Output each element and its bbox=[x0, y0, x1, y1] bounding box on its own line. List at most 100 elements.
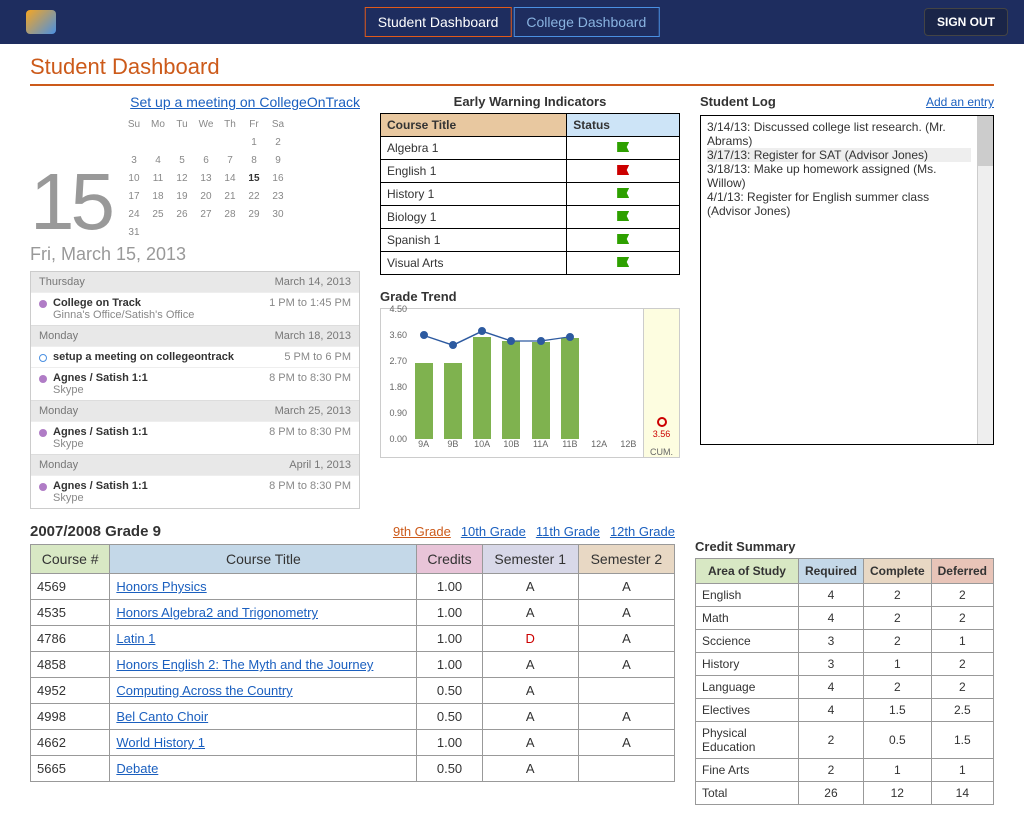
credit-row: History312 bbox=[696, 653, 994, 676]
credit-row: Physical Education20.51.5 bbox=[696, 722, 994, 759]
mini-calendar[interactable]: SuMoTuWeThFrSa12345678910111213141516171… bbox=[121, 114, 291, 242]
credit-row: Fine Arts211 bbox=[696, 759, 994, 782]
courses-year: 2007/2008 Grade 9 bbox=[30, 523, 161, 540]
cal-day[interactable] bbox=[147, 134, 169, 150]
topbar: Student Dashboard College Dashboard SIGN… bbox=[0, 0, 1024, 44]
cal-day[interactable]: 23 bbox=[267, 188, 289, 204]
cal-day[interactable]: 15 bbox=[243, 170, 265, 186]
agenda-item[interactable]: Agnes / Satish 1:1Skype8 PM to 8:30 PM bbox=[31, 421, 359, 454]
cal-day[interactable]: 18 bbox=[147, 188, 169, 204]
agenda-day-header: MondayMarch 25, 2013 bbox=[31, 400, 359, 421]
cal-day[interactable]: 14 bbox=[219, 170, 241, 186]
cal-day[interactable]: 11 bbox=[147, 170, 169, 186]
cal-day[interactable] bbox=[195, 224, 217, 240]
cal-day[interactable] bbox=[171, 134, 193, 150]
flag-icon bbox=[617, 188, 629, 198]
agenda-item[interactable]: setup a meeting on collegeontrack5 PM to… bbox=[31, 346, 359, 367]
course-row: 4998Bel Canto Choir0.50AA bbox=[31, 704, 675, 730]
course-link[interactable]: Honors Algebra2 and Trigonometry bbox=[116, 605, 318, 620]
credit-row: English422 bbox=[696, 584, 994, 607]
cal-day[interactable]: 3 bbox=[123, 152, 145, 168]
cal-day[interactable]: 7 bbox=[219, 152, 241, 168]
cal-day[interactable] bbox=[219, 224, 241, 240]
log-scrollbar[interactable] bbox=[977, 116, 993, 444]
cal-day[interactable]: 27 bbox=[195, 206, 217, 222]
ewi-row: Algebra 1 bbox=[381, 137, 680, 160]
cal-day[interactable]: 25 bbox=[147, 206, 169, 222]
cal-day[interactable]: 24 bbox=[123, 206, 145, 222]
agenda-item[interactable]: Agnes / Satish 1:1Skype8 PM to 8:30 PM bbox=[31, 475, 359, 508]
cal-day[interactable]: 12 bbox=[171, 170, 193, 186]
grade-link[interactable]: 9th Grade bbox=[393, 524, 451, 539]
course-link[interactable]: Honors English 2: The Myth and the Journ… bbox=[116, 657, 373, 672]
cum-value: 3.56 bbox=[653, 429, 671, 439]
cal-day[interactable]: 4 bbox=[147, 152, 169, 168]
cal-day[interactable]: 5 bbox=[171, 152, 193, 168]
course-link[interactable]: Bel Canto Choir bbox=[116, 709, 208, 724]
sign-out-button[interactable]: SIGN OUT bbox=[924, 8, 1008, 36]
cal-day[interactable]: 21 bbox=[219, 188, 241, 204]
cal-day[interactable]: 29 bbox=[243, 206, 265, 222]
course-link[interactable]: Latin 1 bbox=[116, 631, 155, 646]
big-date: 15 bbox=[30, 162, 111, 242]
cal-day[interactable] bbox=[171, 224, 193, 240]
ewi-row: Spanish 1 bbox=[381, 229, 680, 252]
course-row: 4662World History 11.00AA bbox=[31, 730, 675, 756]
chart-cum: 3.56 CUM. bbox=[643, 309, 679, 457]
grade-trend-title: Grade Trend bbox=[380, 289, 680, 304]
cal-day[interactable]: 10 bbox=[123, 170, 145, 186]
credit-row: Total261214 bbox=[696, 782, 994, 805]
cal-day[interactable]: 28 bbox=[219, 206, 241, 222]
tab-college-dashboard[interactable]: College Dashboard bbox=[513, 7, 659, 37]
course-link[interactable]: Debate bbox=[116, 761, 158, 776]
grade-link[interactable]: 10th Grade bbox=[461, 524, 526, 539]
agenda-day-header: MondayApril 1, 2013 bbox=[31, 454, 359, 475]
course-row: 4858Honors English 2: The Myth and the J… bbox=[31, 652, 675, 678]
full-date-label: Fri, March 15, 2013 bbox=[30, 244, 360, 265]
ewi-row: English 1 bbox=[381, 160, 680, 183]
cal-day[interactable] bbox=[147, 224, 169, 240]
cal-day[interactable]: 6 bbox=[195, 152, 217, 168]
cal-day[interactable] bbox=[219, 134, 241, 150]
cal-day[interactable]: 22 bbox=[243, 188, 265, 204]
flag-icon bbox=[617, 165, 629, 175]
grade-link[interactable]: 11th Grade bbox=[536, 524, 600, 539]
ewi-table: Course TitleStatusAlgebra 1English 1Hist… bbox=[380, 113, 680, 275]
course-link[interactable]: Computing Across the Country bbox=[116, 683, 292, 698]
add-log-entry-link[interactable]: Add an entry bbox=[926, 95, 994, 109]
ewi-row: Biology 1 bbox=[381, 206, 680, 229]
credit-row: Electives41.52.5 bbox=[696, 699, 994, 722]
cal-day[interactable] bbox=[123, 134, 145, 150]
cum-point bbox=[657, 417, 667, 427]
cal-day[interactable]: 17 bbox=[123, 188, 145, 204]
grade-link[interactable]: 12th Grade bbox=[610, 524, 675, 539]
log-entry: 4/1/13: Register for English summer clas… bbox=[707, 190, 971, 218]
meeting-link[interactable]: Set up a meeting on CollegeOnTrack bbox=[130, 94, 360, 110]
course-link[interactable]: World History 1 bbox=[116, 735, 205, 750]
cal-day[interactable]: 26 bbox=[171, 206, 193, 222]
grade-links: 9th Grade 10th Grade 11th Grade 12th Grade bbox=[383, 524, 675, 539]
tab-student-dashboard[interactable]: Student Dashboard bbox=[365, 7, 512, 37]
agenda-item[interactable]: Agnes / Satish 1:1Skype8 PM to 8:30 PM bbox=[31, 367, 359, 400]
credit-summary-title: Credit Summary bbox=[695, 539, 994, 554]
cal-day[interactable] bbox=[243, 224, 265, 240]
cal-day[interactable]: 13 bbox=[195, 170, 217, 186]
cal-day[interactable]: 2 bbox=[267, 134, 289, 150]
cal-day[interactable] bbox=[195, 134, 217, 150]
cal-day[interactable]: 16 bbox=[267, 170, 289, 186]
cal-day[interactable]: 8 bbox=[243, 152, 265, 168]
event-dot bbox=[39, 300, 47, 308]
cal-day[interactable]: 1 bbox=[243, 134, 265, 150]
cal-day[interactable]: 30 bbox=[267, 206, 289, 222]
cal-day[interactable]: 31 bbox=[123, 224, 145, 240]
cal-day[interactable]: 9 bbox=[267, 152, 289, 168]
cal-day[interactable] bbox=[267, 224, 289, 240]
nav-tabs: Student Dashboard College Dashboard bbox=[365, 7, 660, 37]
agenda-item[interactable]: College on TrackGinna's Office/Satish's … bbox=[31, 292, 359, 325]
event-dot bbox=[39, 483, 47, 491]
cal-day[interactable]: 20 bbox=[195, 188, 217, 204]
cal-day[interactable]: 19 bbox=[171, 188, 193, 204]
agenda-day-header: ThursdayMarch 14, 2013 bbox=[31, 272, 359, 292]
agenda-day-header: MondayMarch 18, 2013 bbox=[31, 325, 359, 346]
course-link[interactable]: Honors Physics bbox=[116, 579, 206, 594]
